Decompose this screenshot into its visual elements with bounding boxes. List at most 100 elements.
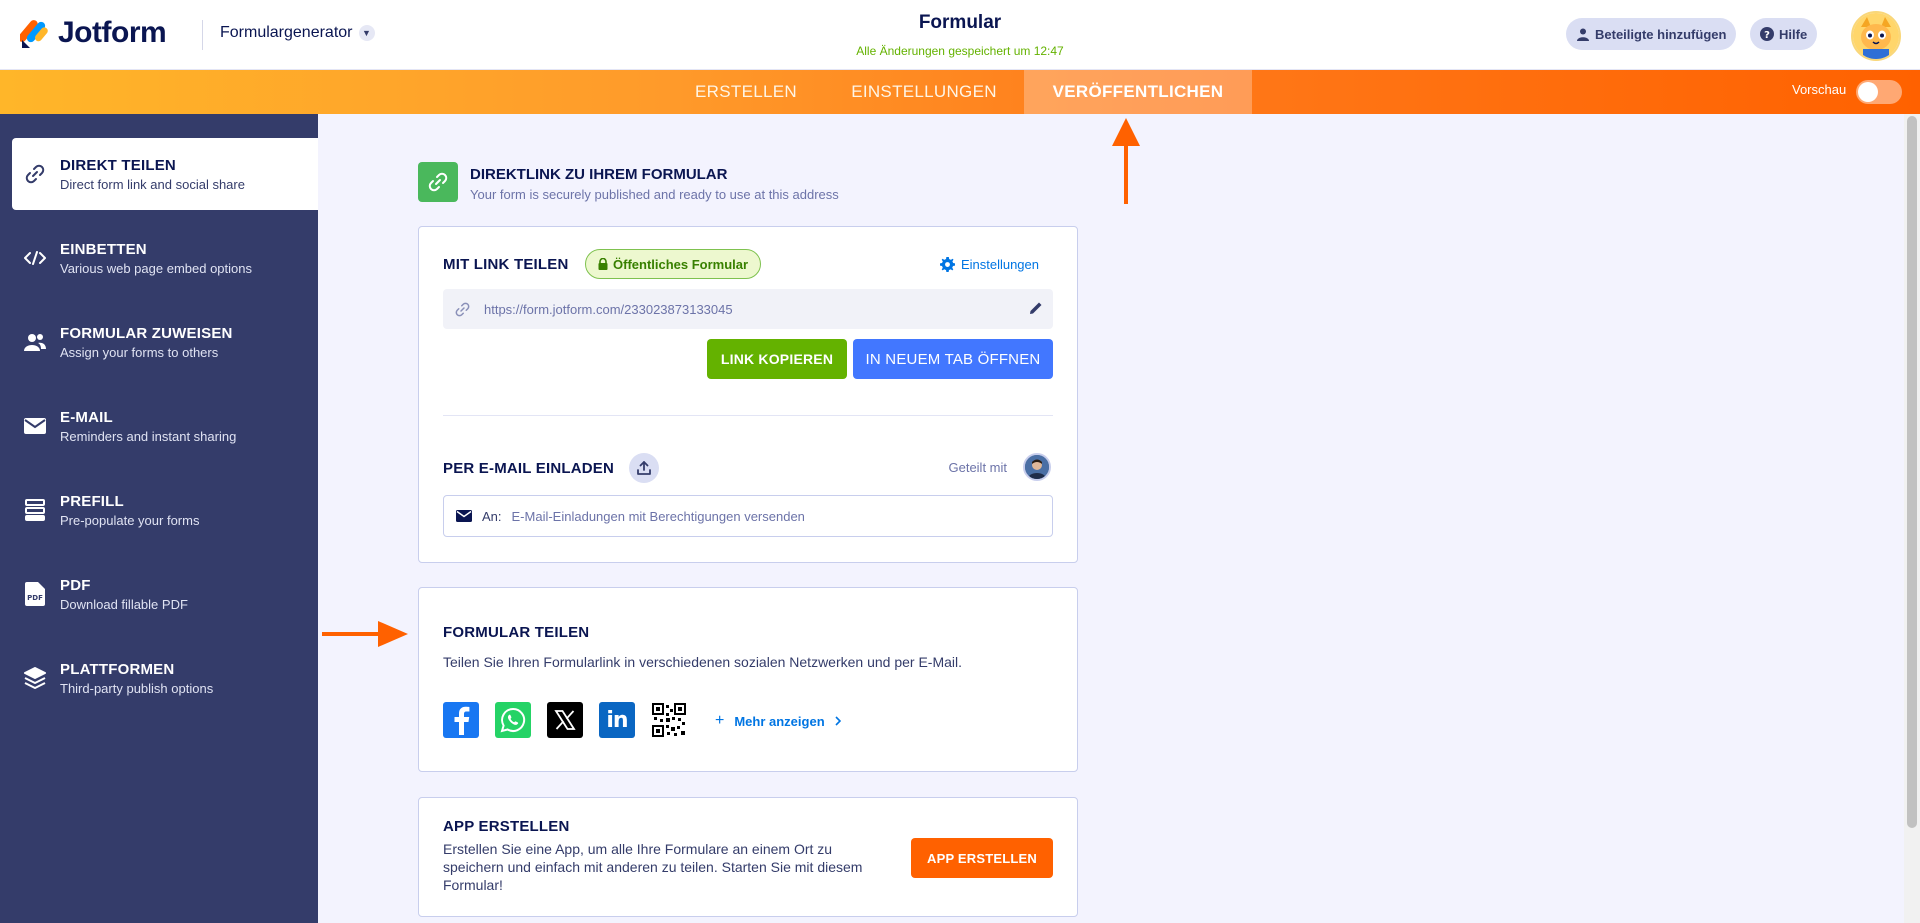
show-more-label: Mehr anzeigen [734, 713, 825, 729]
copy-link-button[interactable]: LINK KOPIEREN [707, 339, 847, 379]
prefill-icon [22, 497, 48, 523]
form-generator-dropdown[interactable]: Formulargenerator ▼ [220, 24, 375, 42]
x-twitter-icon[interactable] [547, 702, 583, 738]
form-url-field[interactable]: https://form.jotform.com/233023873133045 [443, 289, 1053, 329]
layers-icon [22, 665, 48, 691]
lock-icon [598, 258, 608, 270]
direct-link-title: DIREKTLINK ZU IHREM FORMULAR [470, 166, 728, 183]
create-app-button[interactable]: APP ERSTELLEN [911, 838, 1053, 878]
linkedin-icon[interactable]: in [599, 702, 635, 738]
public-form-label: Öffentliches Formular [613, 256, 749, 272]
email-invite-title: PER E-MAIL EINLADEN [443, 460, 615, 477]
public-form-badge[interactable]: Öffentliches Formular [585, 249, 762, 279]
create-app-desc: Erstellen Sie eine App, um alle Ihre For… [443, 841, 863, 893]
gear-icon [939, 257, 955, 272]
sidebar-item-sub: Assign your forms to others [60, 344, 219, 360]
page-scrollbar[interactable] [1904, 114, 1920, 923]
link-settings-button[interactable]: Einstellungen [939, 257, 1039, 272]
form-title[interactable]: Formular [760, 12, 1160, 34]
share-link-title: MIT LINK TEILEN [443, 256, 569, 273]
user-avatar[interactable] [1851, 11, 1901, 61]
sidebar-item-title: FORMULAR ZUWEISEN [60, 324, 233, 342]
logo-text: Jotform [58, 16, 167, 49]
pencil-icon[interactable] [1029, 301, 1043, 315]
preview-toggle[interactable] [1856, 80, 1902, 104]
header-divider [202, 20, 203, 50]
direct-link-header: DIREKTLINK ZU IHREM FORMULAR Your form i… [418, 162, 839, 202]
show-more-link[interactable]: + Mehr anzeigen [715, 712, 841, 730]
arrow-up-icon [1112, 118, 1140, 204]
chevron-down-icon: ▼ [358, 25, 375, 41]
create-app-card: APP ERSTELLEN Erstellen Sie eine App, um… [418, 797, 1078, 917]
sidebar-item-prefill[interactable]: PREFILL Pre-populate your forms [12, 474, 318, 546]
link-icon [22, 161, 48, 187]
email-invite-field[interactable]: An: [443, 495, 1053, 537]
pdf-icon: PDF [22, 581, 48, 607]
email-input[interactable] [511, 508, 992, 524]
arrow-right-icon [322, 621, 408, 647]
jotform-logo-icon [20, 20, 48, 48]
sidebar-item-title: PREFILL [60, 492, 124, 510]
sidebar-item-direct-share[interactable]: DIREKT TEILEN Direct form link and socia… [12, 138, 318, 210]
sidebar-item-assign-form[interactable]: FORMULAR ZUWEISEN Assign your forms to o… [12, 306, 318, 378]
toggle-knob [1858, 82, 1878, 102]
svg-text:?: ? [1764, 30, 1770, 41]
qr-code-icon[interactable] [651, 702, 687, 738]
link-icon [418, 162, 458, 202]
sidebar-item-sub: Third-party publish options [60, 680, 214, 696]
sidebar-item-sub: Pre-populate your forms [60, 512, 200, 528]
help-button[interactable]: ? Hilfe [1750, 18, 1818, 50]
linkedin-icon-text: in [606, 707, 628, 733]
facebook-icon[interactable] [443, 702, 479, 738]
sidebar-item-title: PDF [60, 576, 91, 594]
user-icon [1576, 27, 1590, 41]
help-icon: ? [1760, 27, 1774, 41]
tab-create[interactable]: ERSTELLEN [676, 70, 816, 114]
add-participants-button[interactable]: Beteiligte hinzufügen [1566, 18, 1737, 50]
help-label: Hilfe [1779, 26, 1808, 42]
tab-settings[interactable]: EINSTELLUNGEN [832, 70, 1016, 114]
main-nav: ERSTELLEN EINSTELLUNGEN VERÖFFENTLICHEN … [0, 70, 1920, 114]
sidebar-item-title: DIREKT TEILEN [60, 156, 176, 174]
add-participants-label: Beteiligte hinzufügen [1595, 26, 1727, 42]
link-settings-label: Einstellungen [960, 257, 1039, 272]
top-header: Jotform Formulargenerator ▼ Formular All… [0, 0, 1920, 70]
sidebar-item-pdf[interactable]: PDF PDF Download fillable PDF [12, 558, 318, 630]
scrollbar-thumb[interactable] [1907, 116, 1917, 828]
generator-label: Formulargenerator [220, 24, 353, 41]
sidebar-item-sub: Download fillable PDF [60, 596, 188, 612]
link-icon [455, 302, 470, 317]
sidebar-item-email[interactable]: E-MAIL Reminders and instant sharing [12, 390, 318, 462]
create-app-title: APP ERSTELLEN [443, 818, 570, 835]
open-new-tab-button[interactable]: IN NEUEM TAB ÖFFNEN [853, 339, 1053, 379]
avatar-cat-icon [1853, 13, 1899, 59]
sidebar-item-title: EINBETTEN [60, 240, 147, 258]
envelope-icon [456, 510, 472, 522]
jotform-logo[interactable]: Jotform [20, 16, 167, 50]
sidebar-item-platforms[interactable]: PLATTFORMEN Third-party publish options [12, 642, 318, 714]
share-link-card: MIT LINK TEILEN Öffentliches Formular Ei… [418, 226, 1078, 563]
pdf-icon-text: PDF [27, 594, 43, 602]
plus-icon: + [715, 712, 725, 729]
shared-user-avatar[interactable] [1023, 453, 1051, 481]
users-icon [22, 329, 48, 355]
shared-with-label: Geteilt mit [948, 460, 1007, 475]
sidebar-item-sub: Reminders and instant sharing [60, 428, 237, 444]
form-url[interactable]: https://form.jotform.com/233023873133045 [484, 302, 733, 317]
whatsapp-icon[interactable] [495, 702, 531, 738]
direct-link-subtitle: Your form is securely published and read… [470, 187, 839, 202]
sidebar-item-title: E-MAIL [60, 408, 113, 426]
saved-status: Alle Änderungen gespeichert um 12:47 [856, 44, 1064, 58]
upload-icon[interactable] [629, 453, 659, 483]
preview-label: Vorschau [1792, 82, 1847, 97]
sidebar-item-title: PLATTFORMEN [60, 660, 175, 678]
tab-publish[interactable]: VERÖFFENTLICHEN [1024, 70, 1252, 114]
publish-sidebar: DIREKT TEILEN Direct form link and socia… [0, 114, 318, 923]
share-form-card: FORMULAR TEILEN Teilen Sie Ihren Formula… [418, 587, 1078, 772]
sidebar-item-embed[interactable]: EINBETTEN Various web page embed options [12, 222, 318, 294]
share-form-desc: Teilen Sie Ihren Formularlink in verschi… [443, 654, 963, 670]
sidebar-item-sub: Direct form link and social share [60, 176, 245, 192]
share-form-title: FORMULAR TEILEN [443, 624, 590, 641]
sidebar-item-sub: Various web page embed options [60, 260, 252, 276]
to-label: An: [482, 508, 502, 524]
